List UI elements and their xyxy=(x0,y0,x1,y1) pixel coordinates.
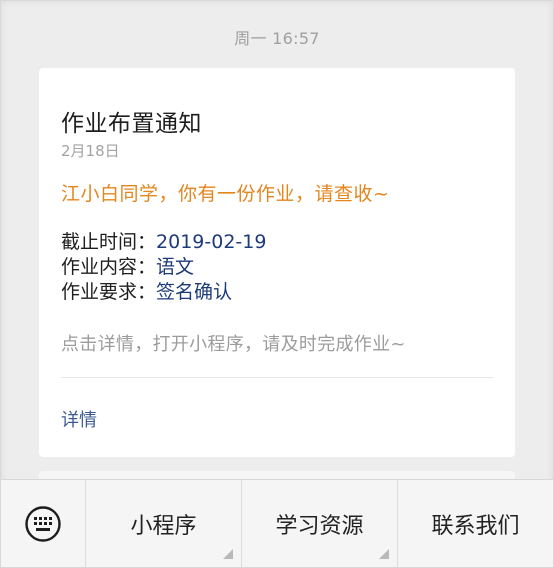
keyboard-icon xyxy=(25,505,61,542)
field-label-content: 作业内容： xyxy=(61,256,157,278)
card-notice: 江小白同学，你有一份作业，请查收~ xyxy=(61,183,390,205)
card-hint: 点击详情，打开小程序，请及时完成作业~ xyxy=(61,334,406,355)
field-value-deadline: 2019-02-19 xyxy=(156,231,267,253)
field-label-requirement: 作业要求： xyxy=(61,281,157,303)
field-list: 截止时间：2019-02-19 作业内容：语文 作业要求：签名确认 xyxy=(61,230,266,305)
menu-item-label: 小程序 xyxy=(130,513,197,539)
menu-item-label: 联系我们 xyxy=(431,513,520,539)
menu-item-contact-us[interactable]: 联系我们 xyxy=(398,480,553,567)
field-row-requirement: 作业要求：签名确认 xyxy=(61,280,266,305)
card-title: 作业布置通知 xyxy=(61,111,202,137)
menu-item-mini-program[interactable]: 小程序 xyxy=(86,480,242,567)
chat-window: 周一 16:57 作业布置通知 2月18日 江小白同学，你有一份作业，请查收~ … xyxy=(0,0,554,568)
bottom-menu-bar: 小程序 学习资源 联系我们 xyxy=(1,479,553,567)
submenu-indicator-icon xyxy=(223,549,233,559)
card-divider xyxy=(61,377,493,378)
field-label-deadline: 截止时间： xyxy=(61,231,157,253)
field-value-content: 语文 xyxy=(156,256,195,278)
keyboard-toggle-button[interactable] xyxy=(1,480,86,567)
menu-item-label: 学习资源 xyxy=(275,513,364,539)
field-value-requirement: 签名确认 xyxy=(156,281,233,303)
menu-item-learning-resources[interactable]: 学习资源 xyxy=(242,480,398,567)
homework-notification-card[interactable]: 作业布置通知 2月18日 江小白同学，你有一份作业，请查收~ 截止时间：2019… xyxy=(39,68,515,457)
message-timestamp: 周一 16:57 xyxy=(234,29,320,48)
detail-link[interactable]: 详情 xyxy=(61,406,97,432)
field-row-deadline: 截止时间：2019-02-19 xyxy=(61,230,266,255)
submenu-indicator-icon xyxy=(379,549,389,559)
card-date: 2月18日 xyxy=(61,142,120,160)
field-row-content: 作业内容：语文 xyxy=(61,255,266,280)
